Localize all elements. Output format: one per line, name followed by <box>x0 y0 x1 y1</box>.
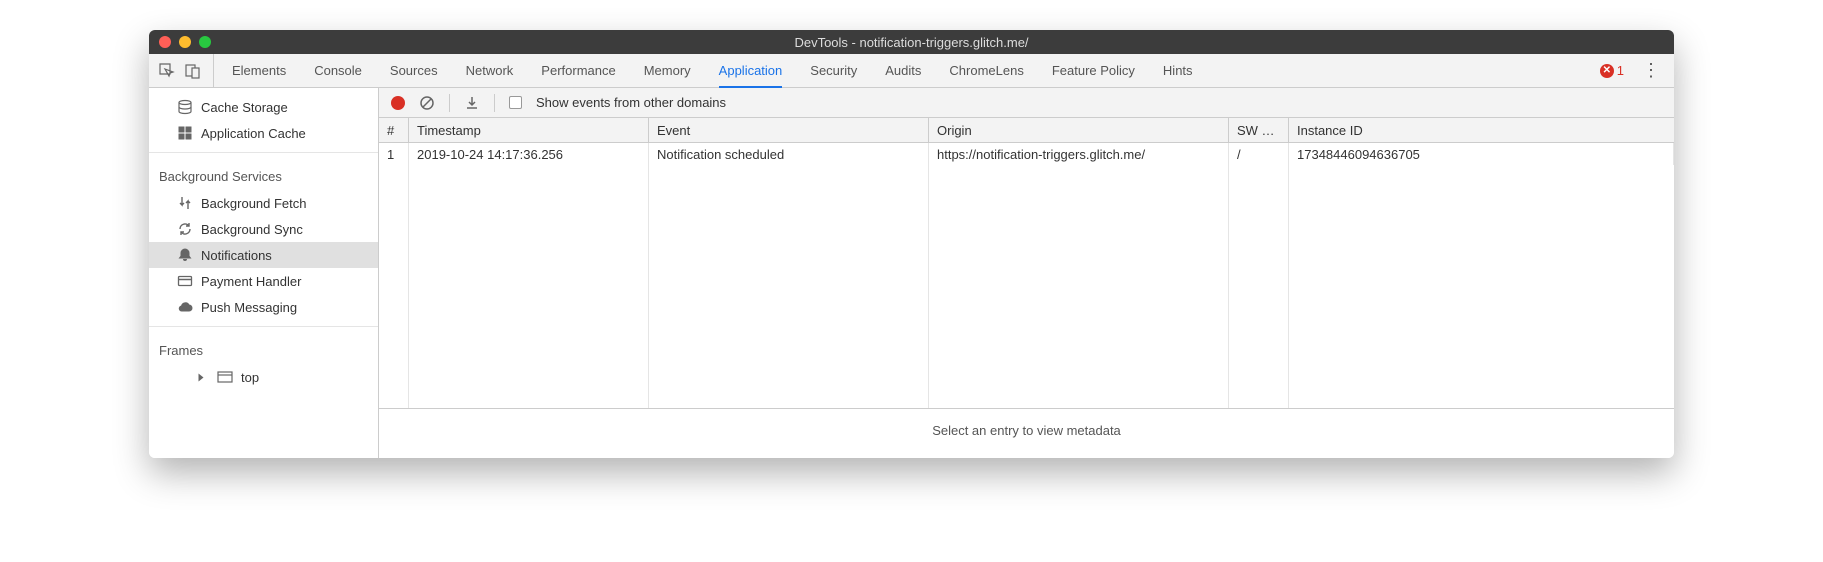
tab-feature-policy[interactable]: Feature Policy <box>1052 54 1135 87</box>
error-badge[interactable]: ✕ 1 <box>1600 63 1624 78</box>
tab-memory[interactable]: Memory <box>644 54 691 87</box>
tab-performance[interactable]: Performance <box>541 54 615 87</box>
col-header-timestamp[interactable]: Timestamp <box>409 118 649 142</box>
tab-console[interactable]: Console <box>314 54 362 87</box>
close-window-button[interactable] <box>159 36 171 48</box>
sidebar-item-cache-storage[interactable]: Cache Storage <box>149 94 378 120</box>
sidebar-heading-frames: Frames <box>149 333 378 364</box>
card-icon <box>177 273 193 289</box>
arrows-icon <box>177 195 193 211</box>
record-button[interactable] <box>391 96 405 110</box>
col-header-index[interactable]: # <box>379 118 409 142</box>
minimize-window-button[interactable] <box>179 36 191 48</box>
sidebar-heading-bg-services: Background Services <box>149 159 378 190</box>
grid-icon <box>177 125 193 141</box>
col-header-origin[interactable]: Origin <box>929 118 1229 142</box>
tab-application[interactable]: Application <box>719 55 783 88</box>
tab-chromelens[interactable]: ChromeLens <box>949 54 1023 87</box>
inspect-icon[interactable] <box>159 63 175 79</box>
sidebar-item-label: Application Cache <box>201 126 306 141</box>
download-button[interactable] <box>464 95 480 111</box>
sidebar-item-push-messaging[interactable]: Push Messaging <box>149 294 378 320</box>
sidebar-item-label: Push Messaging <box>201 300 297 315</box>
sidebar-item-label: Notifications <box>201 248 272 263</box>
tab-sources[interactable]: Sources <box>390 54 438 87</box>
cloud-icon <box>177 299 193 315</box>
col-header-sw-scope[interactable]: SW … <box>1229 118 1289 142</box>
sidebar-item-payment-handler[interactable]: Payment Handler <box>149 268 378 294</box>
content-toolbar: Show events from other domains <box>379 88 1674 118</box>
sidebar-item-label: Cache Storage <box>201 100 288 115</box>
devtools-tabs: Elements Console Sources Network Performance… <box>149 54 1674 88</box>
titlebar: DevTools - notification-triggers.glitch.… <box>149 30 1674 54</box>
sidebar-item-background-sync[interactable]: Background Sync <box>149 216 378 242</box>
clear-button[interactable] <box>419 95 435 111</box>
window-title: DevTools - notification-triggers.glitch.… <box>149 35 1674 50</box>
sidebar-item-application-cache[interactable]: Application Cache <box>149 120 378 146</box>
tab-security[interactable]: Security <box>810 54 857 87</box>
more-menu[interactable]: ⋮ <box>1638 60 1664 81</box>
tab-hints[interactable]: Hints <box>1163 54 1193 87</box>
sidebar-item-label: Payment Handler <box>201 274 301 289</box>
table-row[interactable]: 1 2019-10-24 14:17:36.256 Notification s… <box>379 143 1674 165</box>
show-other-domains-checkbox[interactable] <box>509 96 522 109</box>
tab-elements[interactable]: Elements <box>232 54 286 87</box>
col-header-event[interactable]: Event <box>649 118 929 142</box>
sidebar: Cache Storage Application Cache Backgroun… <box>149 88 379 458</box>
sync-icon <box>177 221 193 237</box>
error-icon: ✕ <box>1600 64 1614 78</box>
sidebar-item-label: Background Sync <box>201 222 303 237</box>
events-table: # Timestamp Event Origin SW … Instance I… <box>379 118 1674 409</box>
device-toggle-icon[interactable] <box>185 63 201 79</box>
window-icon <box>217 369 233 385</box>
sidebar-frame-top[interactable]: top <box>149 364 378 390</box>
sidebar-item-label: Background Fetch <box>201 196 307 211</box>
bell-icon <box>177 247 193 263</box>
col-header-instance-id[interactable]: Instance ID <box>1289 118 1674 142</box>
sidebar-item-notifications[interactable]: Notifications <box>149 242 378 268</box>
show-other-domains-label: Show events from other domains <box>536 95 726 110</box>
maximize-window-button[interactable] <box>199 36 211 48</box>
tab-audits[interactable]: Audits <box>885 54 921 87</box>
tab-network[interactable]: Network <box>466 54 514 87</box>
database-icon <box>177 99 193 115</box>
disclosure-triangle-icon <box>199 373 204 381</box>
sidebar-item-background-fetch[interactable]: Background Fetch <box>149 190 378 216</box>
metadata-hint: Select an entry to view metadata <box>379 409 1674 458</box>
